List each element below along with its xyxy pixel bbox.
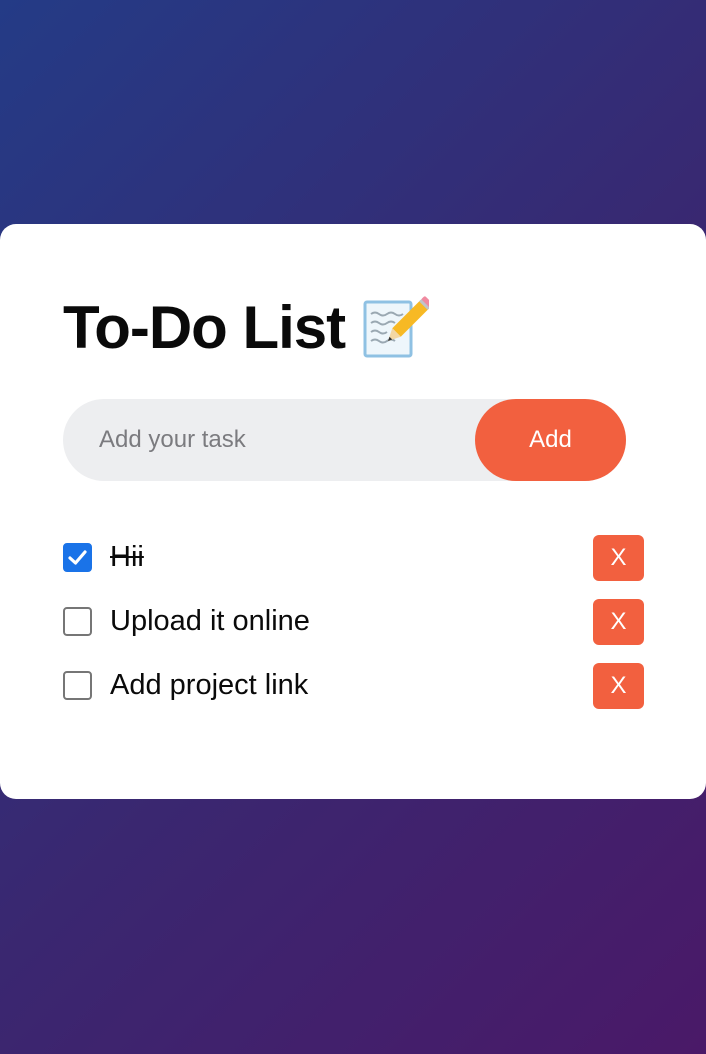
list-item: Hii X — [63, 535, 644, 599]
add-task-row: Add — [63, 399, 626, 481]
task-checkbox[interactable] — [63, 607, 92, 636]
task-label: Upload it online — [110, 605, 310, 637]
page-title: To-Do List — [63, 294, 346, 361]
task-label: Hii — [110, 541, 144, 573]
delete-task-button[interactable]: X — [593, 599, 644, 645]
task-input[interactable] — [99, 399, 469, 481]
task-checkbox[interactable] — [63, 671, 92, 700]
list-item: Add project link X — [63, 663, 644, 727]
memo-pencil-icon — [361, 294, 433, 362]
checkmark-icon — [68, 550, 87, 565]
task-checkbox[interactable] — [63, 543, 92, 572]
delete-task-button[interactable]: X — [593, 535, 644, 581]
list-item: Upload it online X — [63, 599, 644, 663]
delete-task-button[interactable]: X — [593, 663, 644, 709]
task-list: Hii X Upload it online X Add project lin… — [63, 535, 644, 727]
task-label: Add project link — [110, 669, 309, 701]
header: To-Do List — [63, 292, 433, 364]
add-button[interactable]: Add — [475, 399, 626, 481]
